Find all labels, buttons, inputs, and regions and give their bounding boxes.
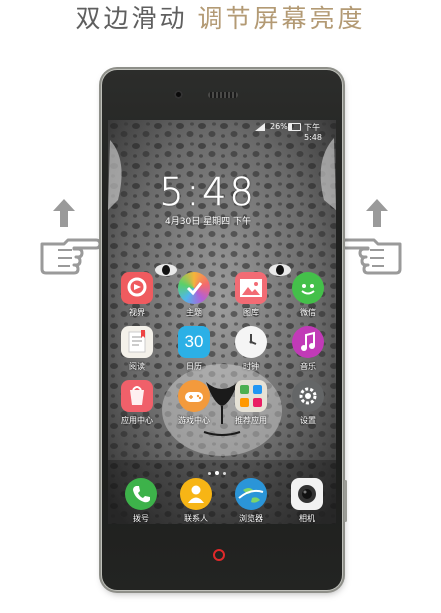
app-label: 联系人 (184, 514, 208, 523)
app-dialer[interactable]: 拨号 (114, 478, 168, 524)
home-indicator[interactable] (213, 549, 225, 561)
app-contacts[interactable]: 联系人 (169, 478, 223, 524)
app-video[interactable]: 视界 (110, 272, 164, 318)
headline-brightness: 调节屏幕亮度 (197, 4, 366, 33)
pointing-hand-right-icon (40, 238, 100, 275)
app-label: 音乐 (300, 362, 316, 371)
lockscreen-clock: 5:48 (108, 170, 308, 215)
battery-percent: 26% (270, 122, 288, 131)
earpiece-speaker (208, 92, 238, 98)
app-label: 时钟 (243, 362, 259, 371)
app-label: 视界 (129, 308, 145, 317)
settings-icon (292, 380, 324, 412)
app-label: 微信 (300, 308, 316, 317)
app-clock[interactable]: 时钟 (224, 326, 278, 372)
app-music[interactable]: 音乐 (281, 326, 335, 372)
app-label: 设置 (300, 416, 316, 425)
book-icon (121, 326, 153, 358)
browser-icon (235, 478, 267, 510)
app-app-center[interactable]: 应用中心 (110, 380, 164, 426)
recommend-apps-icon (235, 380, 267, 412)
app-camera[interactable]: 相机 (280, 478, 334, 524)
battery-icon (288, 123, 301, 131)
app-label: 图库 (243, 308, 259, 317)
pointing-hand-left-icon (342, 238, 402, 275)
music-icon (292, 326, 324, 358)
app-label: 日历 (186, 362, 202, 371)
app-game-center[interactable]: 游戏中心 (167, 380, 221, 426)
app-label: 阅读 (129, 362, 145, 371)
clock-icon (235, 326, 267, 358)
up-arrow-icon (53, 199, 75, 227)
contacts-icon (180, 478, 212, 510)
calendar-icon: 30 (178, 326, 210, 358)
app-recommend[interactable]: 推荐应用 (224, 380, 278, 426)
app-label: 浏览器 (239, 514, 263, 523)
phone-device: 26% 下午5:48 5:48 4月30日 星期四 下午 视界 主题 图库 微信… (102, 70, 347, 590)
headline: 双边滑动 调节屏幕亮度 (0, 2, 441, 36)
headline-swipe: 双边滑动 (75, 4, 188, 33)
page-indicator (206, 460, 236, 475)
gallery-icon (235, 272, 267, 304)
chat-icon (292, 272, 324, 304)
clock-time: 5:48 (159, 170, 257, 215)
app-gallery[interactable]: 图库 (224, 272, 278, 318)
app-settings[interactable]: 设置 (281, 380, 335, 426)
app-label: 主题 (186, 308, 202, 317)
phone-screen: 26% 下午5:48 5:48 4月30日 星期四 下午 视界 主题 图库 微信… (108, 120, 336, 524)
status-time: 下午5:48 (304, 123, 322, 142)
status-bar: 26% 下午5:48 (108, 120, 336, 142)
phone-icon (125, 478, 157, 510)
app-center-icon (121, 380, 153, 412)
dock: 拨号 联系人 浏览器 相机 (108, 472, 336, 524)
app-label: 推荐应用 (235, 416, 267, 425)
app-chat[interactable]: 微信 (281, 272, 335, 318)
up-arrow-icon (366, 199, 388, 227)
app-label: 拨号 (133, 514, 149, 523)
lockscreen-date: 4月30日 星期四 下午 (165, 217, 251, 227)
app-browser[interactable]: 浏览器 (224, 478, 278, 524)
theme-icon (178, 272, 210, 304)
app-theme[interactable]: 主题 (167, 272, 221, 318)
camera-icon (291, 478, 323, 510)
app-reader[interactable]: 阅读 (110, 326, 164, 372)
gamepad-icon (178, 380, 210, 412)
signal-icon (255, 123, 265, 133)
video-icon (121, 272, 153, 304)
app-label: 相机 (299, 514, 315, 523)
app-label: 应用中心 (121, 416, 153, 425)
app-calendar[interactable]: 30 日历 (167, 326, 221, 372)
side-button[interactable] (344, 480, 347, 522)
app-label: 游戏中心 (178, 416, 210, 425)
front-camera (174, 90, 183, 99)
